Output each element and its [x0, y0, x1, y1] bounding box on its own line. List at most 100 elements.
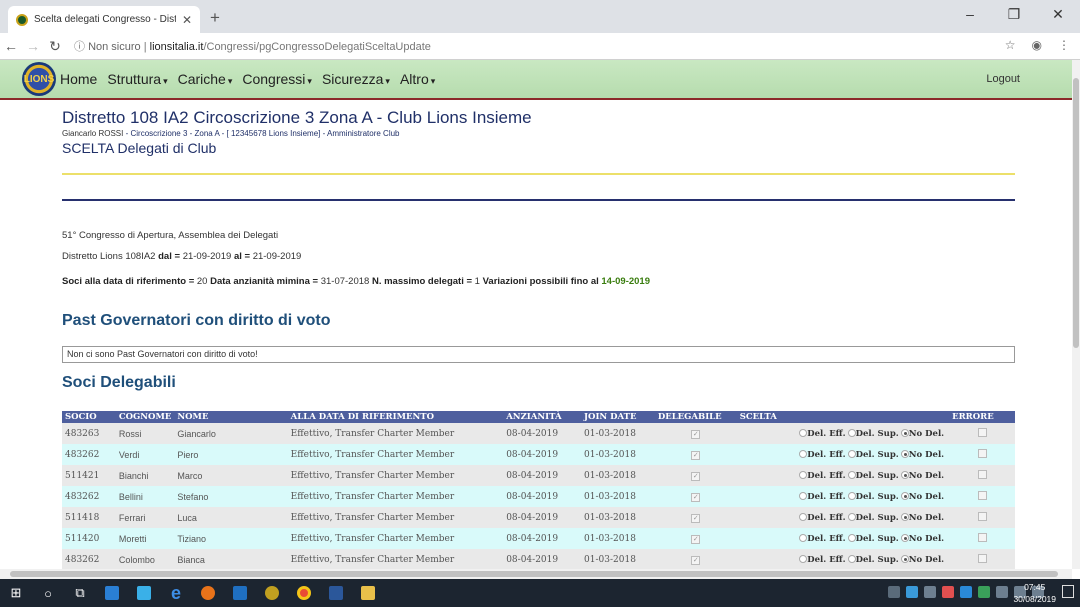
firefox-icon[interactable] [192, 579, 224, 607]
back-icon[interactable]: ← [0, 38, 22, 54]
option-label: Del. Sup. [855, 533, 899, 544]
radio-no-del[interactable] [900, 492, 909, 500]
cell-errore [949, 549, 1015, 569]
close-window-button[interactable]: ✕ [1036, 0, 1080, 30]
outlook-icon[interactable] [224, 579, 256, 607]
taskbar-clock[interactable]: 07:45 30/08/2019 [1013, 581, 1056, 605]
horizontal-scrollbar[interactable] [0, 569, 1072, 579]
cell-scelta: Del. Eff. Del. Sup. No Del. [736, 423, 950, 444]
app-icon[interactable] [256, 579, 288, 607]
radio-del-sup[interactable] [847, 513, 856, 521]
cell-anzianita: 08-04-2019 [503, 444, 582, 465]
url-host: lionsitalia.it [149, 41, 204, 53]
reload-icon[interactable]: ↻ [44, 38, 66, 55]
cell-delegabile: ✓ [654, 465, 737, 486]
radio-del-sup[interactable] [847, 534, 856, 542]
delegabile-checkbox: ✓ [691, 450, 701, 460]
cell-nome: Piero [174, 444, 288, 465]
vertical-scrollbar[interactable] [1072, 60, 1080, 569]
errore-checkbox [977, 511, 987, 521]
task-view-icon[interactable]: ⧉ [64, 579, 96, 607]
soci-delegabili-title: Soci Delegabili [62, 374, 176, 391]
radio-no-del[interactable] [900, 429, 909, 437]
cell-join-date: 01-03-2018 [581, 444, 655, 465]
file-explorer-icon[interactable] [352, 579, 384, 607]
errore-checkbox [977, 532, 987, 542]
menu-home[interactable]: Home [60, 71, 97, 87]
cell-errore [949, 507, 1015, 528]
info-icon[interactable]: ⓘ [74, 41, 85, 53]
radio-no-del[interactable] [900, 555, 909, 563]
errore-checkbox [977, 448, 987, 458]
option-label: Del. Sup. [855, 470, 899, 481]
menu-struttura[interactable]: Struttura ▾ [107, 71, 167, 87]
windows-taskbar: ⊞ ○ ⧉ e 07:45 30/08/2019 [0, 579, 1080, 607]
cell-nome: Stefano [174, 486, 288, 507]
radio-no-del[interactable] [900, 513, 909, 521]
scrollbar-thumb[interactable] [10, 571, 1058, 577]
tray-app-icon[interactable] [960, 586, 972, 598]
search-icon[interactable]: ○ [32, 579, 64, 607]
option-label: Del. Sup. [855, 554, 899, 565]
bookmark-star-icon[interactable]: ☆ [1005, 38, 1016, 52]
menu-altro[interactable]: Altro ▾ [400, 71, 435, 87]
cell-errore [949, 444, 1015, 465]
notifications-icon[interactable] [1062, 585, 1074, 598]
close-tab-icon[interactable]: ✕ [182, 13, 192, 27]
table-row: 483262 Colombo Bianca Effettivo, Transfer C… [62, 549, 1015, 569]
network-icon[interactable] [996, 586, 1008, 598]
caret-down-icon: ▾ [227, 76, 233, 86]
store-icon[interactable] [128, 579, 160, 607]
cell-delegabile: ✓ [654, 528, 737, 549]
lions-logo[interactable]: LIONS [22, 62, 56, 96]
tab-title: Scelta delegati Congresso - Dist [34, 14, 176, 25]
page-title: Distretto 108 IA2 Circoscrizione 3 Zona … [62, 108, 532, 127]
windows-start-icon[interactable]: ⊞ [0, 579, 32, 607]
scrollbar-thumb[interactable] [1073, 78, 1079, 348]
clock-time: 07:45 [1024, 582, 1046, 592]
logout-link[interactable]: Logout [986, 73, 1020, 85]
chrome-icon[interactable] [288, 579, 320, 607]
url-field[interactable]: ⓘ Non sicuro | lionsitalia.it/Congressi/… [74, 38, 431, 54]
tray-app-icon[interactable] [978, 586, 990, 598]
forward-icon[interactable]: → [22, 38, 44, 54]
word-icon[interactable] [320, 579, 352, 607]
tray-app-icon[interactable] [942, 586, 954, 598]
radio-no-del[interactable] [900, 450, 909, 458]
page-content: Distretto 108 IA2 Circoscrizione 3 Zona … [0, 102, 1072, 569]
page-header: Distretto 108 IA2 Circoscrizione 3 Zona … [62, 108, 532, 156]
radio-del-sup[interactable] [847, 450, 856, 458]
menu-congressi[interactable]: Congressi ▾ [242, 71, 312, 87]
radio-del-sup[interactable] [847, 429, 856, 437]
option-label: Del. Eff. [807, 470, 846, 481]
col-anzianita: ANZIANITÀ [503, 411, 582, 423]
radio-del-sup[interactable] [847, 471, 856, 479]
radio-del-sup[interactable] [847, 492, 856, 500]
restore-button[interactable]: ❐ [992, 0, 1036, 30]
menu-cariche[interactable]: Cariche ▾ [178, 71, 233, 87]
radio-no-del[interactable] [900, 534, 909, 542]
tray-arrow-icon[interactable] [888, 586, 900, 598]
cell-join-date: 01-03-2018 [581, 423, 655, 444]
cell-cognome: Moretti [115, 528, 175, 549]
minimize-button[interactable]: – [948, 0, 992, 30]
desktop-app-icon[interactable] [96, 579, 128, 607]
tray-app-icon[interactable] [906, 586, 918, 598]
option-label: Del. Sup. [855, 449, 899, 460]
option-label: No Del. [908, 533, 945, 544]
cell-delegabile: ✓ [654, 486, 737, 507]
edge-icon[interactable]: e [160, 579, 192, 607]
tray-app-icon[interactable] [924, 586, 936, 598]
new-tab-button[interactable]: + [210, 8, 220, 28]
radio-del-sup[interactable] [847, 555, 856, 563]
soci-table: SOCIO COGNOME NOME ALLA DATA DI RIFERIME… [62, 411, 1015, 569]
browser-tab[interactable]: Scelta delegati Congresso - Dist ✕ [8, 6, 200, 33]
radio-no-del[interactable] [900, 471, 909, 479]
cell-anzianita: 08-04-2019 [503, 549, 582, 569]
menu-sicurezza[interactable]: Sicurezza ▾ [322, 71, 390, 87]
cell-socio: 483262 [62, 444, 116, 465]
profile-icon[interactable]: ◉ [1032, 38, 1042, 52]
menu-dots-icon[interactable]: ⋮ [1058, 38, 1070, 52]
cell-socio: 511418 [62, 507, 116, 528]
cell-delegabile: ✓ [654, 444, 737, 465]
